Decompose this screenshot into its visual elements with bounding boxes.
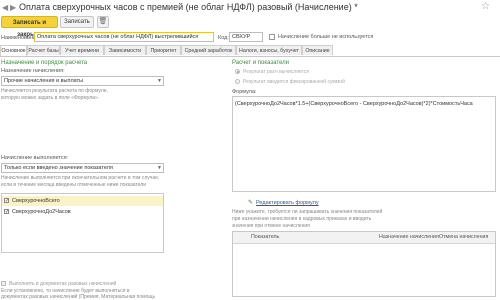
save-and-close-button[interactable]: Записать и закрыть	[1, 16, 58, 38]
radio-formula-label: Результат расч вычисляется	[243, 69, 309, 75]
indicator-checkbox[interactable]: ✓	[4, 209, 9, 215]
tab-time-accounting[interactable]: Учет времени	[60, 45, 104, 55]
delete-mark-button[interactable]: 🗑	[97, 16, 109, 28]
radio-fixed[interactable]	[235, 79, 240, 84]
favorite-star-icon[interactable]: ☆	[481, 1, 490, 12]
not-used-checkbox[interactable]	[269, 34, 275, 40]
indicators-list: ✓ СверхурочноВсего ✓ СверхурочноДо2Часов	[1, 193, 164, 253]
performed-value: Только если введено значение показателя	[4, 165, 113, 171]
purpose-select[interactable]: Прочие начисления и выплаты ▼	[1, 76, 164, 86]
radio-formula[interactable]	[235, 69, 240, 74]
list-item[interactable]: ✓ СверхурочноДо2Часов	[2, 207, 163, 217]
code-field[interactable]: СВХУР	[229, 32, 263, 42]
write-button[interactable]: Записать	[60, 16, 94, 28]
table-hint-3: значения при отмене начисления	[232, 223, 310, 229]
table-hint-2: при назначении начисления в кадровых при…	[232, 216, 372, 222]
purpose-hint-1: Начисляется результата расчета по формул…	[1, 88, 108, 94]
edit-formula-link[interactable]: Редактировать формулу	[256, 200, 319, 206]
indicator-label: СверхурочноВсего	[12, 198, 60, 204]
indicator-label: СверхурочноДо2Часов	[12, 209, 71, 215]
docs-checkbox[interactable]	[1, 281, 6, 286]
chevron-down-icon: ▼	[157, 165, 162, 171]
tab-taxes[interactable]: Налоги, взносы, бухучет	[236, 45, 302, 55]
trash-icon: 🗑	[98, 18, 108, 25]
purpose-label: Назначение начисления:	[1, 68, 65, 74]
indicator-checkbox[interactable]: ✓	[4, 198, 9, 204]
tab-base-calc[interactable]: Расчет базы	[27, 45, 60, 55]
performed-label: Начисление выполняется:	[1, 155, 69, 161]
formula-textarea[interactable]: (СверхурочноДо2Часов*1.5+(СверхурочноВсе…	[232, 96, 496, 192]
purpose-hint-2: которую можно задать в поле «Формула».	[1, 95, 100, 101]
formula-text: (СверхурочноДо2Часов*1.5+(СверхурочноВсе…	[235, 101, 473, 107]
edit-icon: ✎	[248, 200, 254, 206]
indicators-table: Показатель Назначение начисления Отмена …	[232, 231, 496, 297]
table-hint-1: Ниже укажите, требуется ли запрашивать з…	[232, 209, 383, 215]
tab-dependencies[interactable]: Зависимости	[104, 45, 146, 55]
docs-hint-2: документах разовых начислений (Премия, М…	[1, 294, 156, 300]
calc-section-title: Расчет и показатели	[232, 60, 290, 66]
back-arrow-icon[interactable]: ◀	[2, 3, 8, 12]
tab-priority[interactable]: Приоритет	[146, 45, 181, 55]
docs-label: Выполнять в документах разовых начислени…	[9, 281, 117, 287]
code-label: Код:	[218, 35, 229, 41]
list-item[interactable]: ✓ СверхурочноВсего	[2, 196, 163, 206]
window-title: Оплата сверхурочных часов с премией (не …	[19, 2, 358, 12]
tab-description[interactable]: Описание	[302, 45, 333, 55]
performed-hint-1: Начисление выполняется при окончательном…	[1, 175, 160, 181]
tab-average-earnings[interactable]: Средний заработок	[181, 45, 236, 55]
col-assign[interactable]: Назначение начисления	[379, 232, 439, 242]
tab-main[interactable]: Основное	[0, 45, 27, 56]
chevron-down-icon: ▼	[157, 78, 162, 84]
table-header-row: Показатель Назначение начисления Отмена …	[233, 232, 495, 244]
col-indicator[interactable]: Показатель	[251, 232, 279, 242]
name-field[interactable]: Оплата сверхурочных часов (не облаг НДФЛ…	[34, 32, 214, 42]
not-used-label: Начисление больше не используется	[278, 34, 374, 40]
purpose-value: Прочие начисления и выплаты	[4, 78, 84, 84]
radio-fixed-label: Результат вводится фиксированной суммой	[243, 79, 345, 85]
formula-label: Формула:	[232, 89, 257, 95]
col-cancel[interactable]: Отмена начисления	[439, 232, 488, 242]
purpose-section-title: Назначение и порядок расчета	[1, 60, 88, 66]
forward-arrow-icon[interactable]: ▶	[10, 3, 16, 12]
performed-select[interactable]: Только если введено значение показателя …	[1, 163, 164, 173]
performed-hint-2: если в течение месяца введены отмеченные…	[1, 182, 146, 188]
